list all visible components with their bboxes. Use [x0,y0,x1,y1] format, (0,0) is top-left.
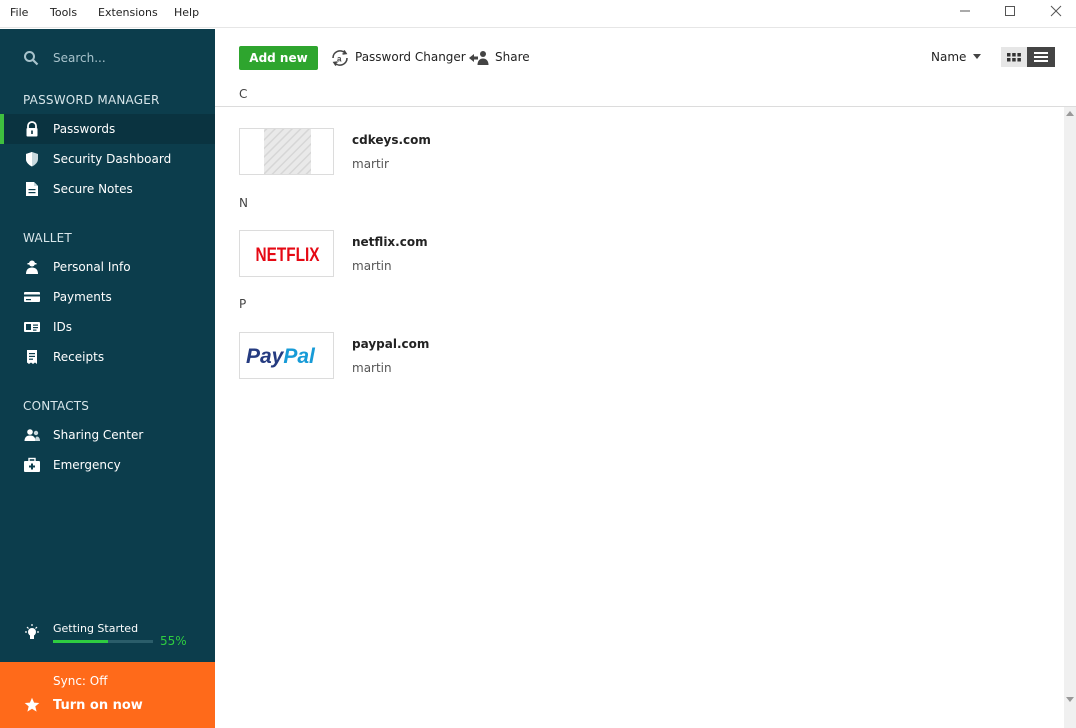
list-item[interactable]: NETFLIX netflix.com martin [239,230,839,278]
person-icon [26,260,38,274]
site-logo-placeholder [239,128,334,175]
sidebar-item-label: Emergency [53,458,121,472]
password-changer-icon: a [332,50,348,66]
sync-status: Sync: Off [53,674,108,688]
entry-title: netflix.com [352,235,428,249]
sidebar-item-label: Passwords [53,122,116,136]
list-item[interactable]: PayPal paypal.com martin [239,332,839,380]
password-changer-label: Password Changer [355,50,466,64]
sync-panel[interactable]: Sync: Off Turn on now [0,662,215,728]
entry-username: martin [352,259,392,273]
sidebar-item-label: IDs [53,320,73,334]
paypal-logo-text-pal: Pal [283,345,316,368]
sort-dropdown[interactable]: Name [931,50,966,64]
receipt-icon [27,350,37,364]
share-label: Share [495,50,530,64]
section-wallet: WALLET [23,231,72,245]
sidebar-item-sharing-center[interactable]: Sharing Center [0,420,215,450]
chevron-down-icon[interactable] [973,54,981,59]
svg-text:a: a [337,55,342,64]
sidebar-item-secure-notes[interactable]: Secure Notes [0,174,215,204]
getting-started-label: Getting Started [53,622,139,635]
entry-username: martir [352,157,389,171]
minimize-icon [960,10,970,12]
search-icon [24,51,39,66]
sidebar-item-label: Sharing Center [53,428,144,442]
getting-started-bar-fill [53,640,108,643]
entry-title: paypal.com [352,337,430,351]
search-box[interactable]: Search... [0,43,215,73]
lock-icon [26,121,38,137]
id-card-icon [24,322,40,332]
turn-on-sync-button[interactable]: Turn on now [53,698,143,713]
note-icon [26,182,38,196]
lightbulb-icon [25,624,39,639]
list-view-toggle[interactable] [1027,47,1055,67]
sidebar-item-personal-info[interactable]: Personal Info [0,252,215,282]
sidebar-item-passwords[interactable]: Passwords [0,114,215,144]
paypal-logo-text: PayPal [246,345,316,368]
scroll-down-icon[interactable] [1066,697,1074,702]
list-icon [1034,52,1048,62]
section-password-manager: PASSWORD MANAGER [23,93,160,107]
paypal-logo-text-pay: Pay [246,345,285,368]
netflix-logo: NETFLIX [239,230,334,277]
credit-card-icon [24,292,40,302]
users-icon [24,429,40,441]
group-letter: N [239,196,248,210]
sidebar: Search... PASSWORD MANAGER Passwords Sec… [0,29,215,728]
entry-title: cdkeys.com [352,133,431,147]
close-icon [1050,5,1062,17]
sidebar-item-ids[interactable]: IDs [0,312,215,342]
sidebar-item-emergency[interactable]: Emergency [0,450,215,480]
star-icon [24,697,40,712]
maximize-button[interactable] [1000,4,1020,22]
close-button[interactable] [1046,4,1066,22]
grid-view-toggle[interactable] [1001,47,1027,67]
netflix-logo-text: NETFLIX [256,245,320,266]
vertical-scrollbar[interactable] [1064,107,1076,728]
sidebar-item-label: Receipts [53,350,105,364]
divider [215,106,1076,107]
menu-tools[interactable]: Tools [50,6,77,19]
main-panel: Add new a Password Changer Share Name C … [215,29,1076,728]
sidebar-item-label: Personal Info [53,260,131,274]
sidebar-item-label: Security Dashboard [53,152,172,166]
add-new-button[interactable]: Add new [239,46,318,70]
section-contacts: CONTACTS [23,399,90,413]
shield-icon [26,152,38,167]
netflix-logo-image: NETFLIX [256,245,320,266]
menu-bar: File Tools Extensions Help [0,0,1076,28]
menu-file[interactable]: File [10,6,28,19]
share-icon [469,51,489,65]
paypal-logo-image: PayPal [246,345,316,368]
sidebar-item-receipts[interactable]: Receipts [0,342,215,372]
group-letter: C [239,87,248,101]
getting-started-progress[interactable]: Getting Started 55% [0,619,215,659]
search-input[interactable]: Search... [53,51,106,65]
grid-icon [1007,53,1021,62]
sidebar-item-label: Secure Notes [53,182,133,196]
menu-extensions[interactable]: Extensions [98,6,158,19]
getting-started-percent: 55% [160,634,187,648]
group-letter: P [239,297,247,311]
paypal-logo: PayPal [239,332,334,379]
sidebar-item-payments[interactable]: Payments [0,282,215,312]
sidebar-item-security-dashboard[interactable]: Security Dashboard [0,144,215,174]
menu-help[interactable]: Help [174,6,199,19]
first-aid-icon [24,457,40,472]
placeholder-image-icon [264,129,311,174]
maximize-icon [1005,6,1015,16]
entry-username: martin [352,361,392,375]
minimize-button[interactable] [955,4,975,22]
sidebar-item-label: Payments [53,290,112,304]
list-item[interactable]: cdkeys.com martir [239,128,839,176]
scroll-up-icon[interactable] [1066,111,1074,116]
getting-started-bar [53,640,153,643]
